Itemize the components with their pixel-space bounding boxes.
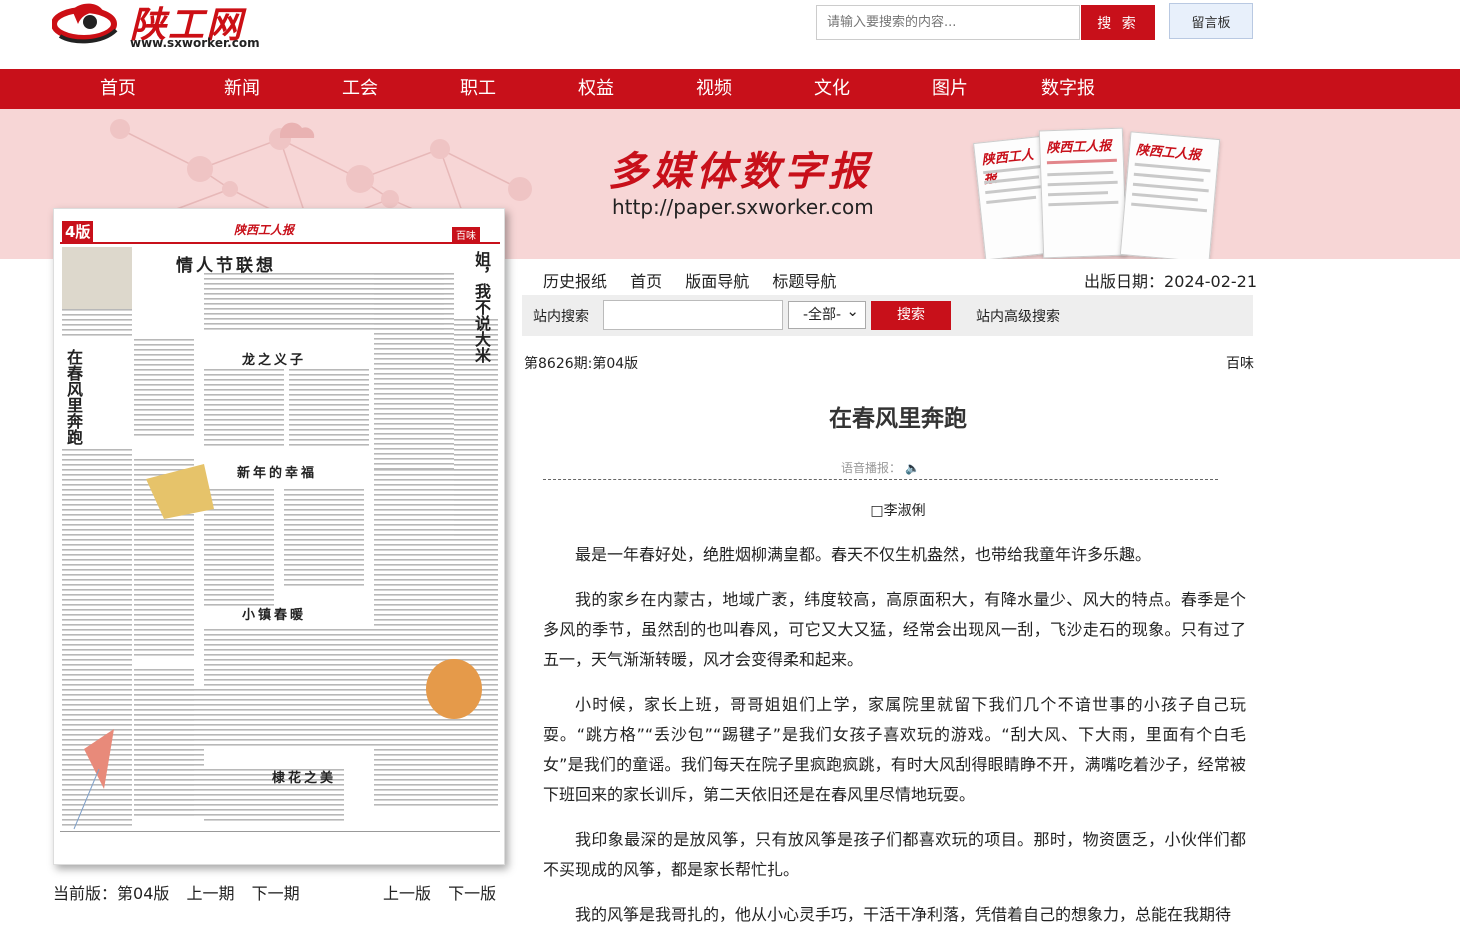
- history-papers-link[interactable]: 历史报纸: [543, 272, 607, 291]
- page-nav-link[interactable]: 版面导航: [685, 272, 749, 291]
- article-title: 在春风里奔跑: [829, 406, 967, 432]
- paragraph: 我的风筝是我哥扎的，他从小心灵手巧，干活干净利落，凭借着自己的想象力，总能在我期…: [575, 905, 1232, 924]
- logo-url: www.sxworker.com: [130, 36, 260, 50]
- prev-page-link[interactable]: 上一版: [383, 884, 431, 903]
- thumbnail-masthead: 陕西工人报: [234, 223, 295, 237]
- voice-broadcast: 语音播报： 🔈: [841, 461, 920, 475]
- nav-item-digital-paper[interactable]: 数字报: [1028, 69, 1108, 109]
- nav-item-workers[interactable]: 职工: [438, 69, 518, 109]
- newspaper-page-thumbnail[interactable]: 4版 陕西工人报 百味 情人节联想 姐，我不说大米 在春风里奔跑 龙之义子 新年…: [53, 208, 505, 865]
- site-search-label: 站内搜索: [533, 309, 589, 325]
- newspaper-stack-image: 陕西工人报 陕西工人报 陕西工人报: [973, 117, 1245, 259]
- guestbook-button[interactable]: 留言板: [1169, 3, 1253, 39]
- thumb-headline[interactable]: 在春风里奔跑: [64, 349, 83, 445]
- main-nav: 首页 新闻 工会 职工 权益 视频 文化 图片 数字报: [0, 69, 1460, 109]
- next-issue-link[interactable]: 下一期: [252, 884, 300, 903]
- article-body: 最是一年春好处，绝胜烟柳满皇都。春天不仅生机盎然，也带给我童年许多乐趣。 我的家…: [543, 540, 1246, 945]
- thumb-headline[interactable]: 新年的幸福: [237, 462, 317, 481]
- page-badge: 4版: [62, 221, 94, 242]
- site-search-input[interactable]: [603, 300, 783, 330]
- advanced-search-link[interactable]: 站内高级搜索: [976, 306, 1060, 326]
- nav-item-news[interactable]: 新闻: [202, 69, 282, 109]
- paragraph: 我的家乡在内蒙古，地域广袤，纬度较高，高原面积大，有降水量少、风大的特点。春季是…: [543, 590, 1246, 669]
- nav-item-video[interactable]: 视频: [674, 69, 754, 109]
- speaker-icon[interactable]: 🔈: [905, 461, 920, 475]
- column-name: 百味: [1226, 356, 1254, 372]
- site-search-bar: 站内搜索 -全部- 搜索 站内高级搜索: [522, 295, 1253, 336]
- thumb-headline[interactable]: 棣花之美: [272, 767, 336, 786]
- current-page-label: 当前版：第04版: [53, 884, 170, 903]
- search-input[interactable]: [816, 5, 1080, 40]
- nav-item-culture[interactable]: 文化: [792, 69, 872, 109]
- divider: [543, 479, 1218, 480]
- home-link[interactable]: 首页: [630, 272, 662, 291]
- thumb-headline[interactable]: 龙之义子: [242, 349, 306, 368]
- thumb-headline[interactable]: 情人节联想: [176, 251, 276, 276]
- article-author: □李淑俐: [870, 503, 926, 519]
- nav-item-union[interactable]: 工会: [320, 69, 400, 109]
- logo-mark-icon: [52, 3, 118, 44]
- search-button[interactable]: 搜 索: [1081, 5, 1155, 40]
- issue-info: 第8626期:第04版: [524, 356, 639, 372]
- page-pager: 当前版：第04版 上一期 下一期: [53, 880, 312, 904]
- thumb-headline[interactable]: 姐，我不说大米: [472, 251, 491, 363]
- banner-title: 多媒体数字报: [608, 148, 872, 195]
- nav-item-rights[interactable]: 权益: [556, 69, 636, 109]
- title-nav-link[interactable]: 标题导航: [772, 272, 836, 291]
- publish-date: 出版日期：2024-02-21: [1084, 272, 1257, 291]
- prev-issue-link[interactable]: 上一期: [186, 884, 234, 903]
- paragraph: 小时候，家长上班，哥哥姐姐们上学，家属院里就留下我们几个不谙世事的小孩子自己玩耍…: [543, 695, 1246, 804]
- paragraph: 最是一年春好处，绝胜烟柳满皇都。春天不仅生机盎然，也带给我童年许多乐趣。: [575, 545, 1152, 564]
- paragraph: 我印象最深的是放风筝，只有放风筝是孩子们都喜欢玩的项目。那时，物资匮乏，小伙伴们…: [543, 830, 1246, 879]
- banner-url[interactable]: http://paper.sxworker.com: [612, 195, 874, 219]
- next-page-link[interactable]: 下一版: [448, 884, 496, 903]
- site-search-button[interactable]: 搜索: [871, 301, 951, 330]
- thumbnail-section: 百味: [452, 227, 480, 242]
- paper-toolbar: 历史报纸 首页 版面导航 标题导航: [543, 268, 854, 292]
- search-scope-select[interactable]: -全部-: [788, 298, 866, 329]
- nav-item-home[interactable]: 首页: [78, 69, 158, 109]
- nav-item-pictures[interactable]: 图片: [910, 69, 990, 109]
- site-logo[interactable]: 陕工网 www.sxworker.com: [52, 0, 260, 54]
- top-header: 陕工网 www.sxworker.com 搜 索 留言板: [0, 0, 1460, 69]
- page-nav-links: 上一版 下一版: [383, 880, 508, 904]
- thumb-headline[interactable]: 小镇春暖: [242, 604, 306, 623]
